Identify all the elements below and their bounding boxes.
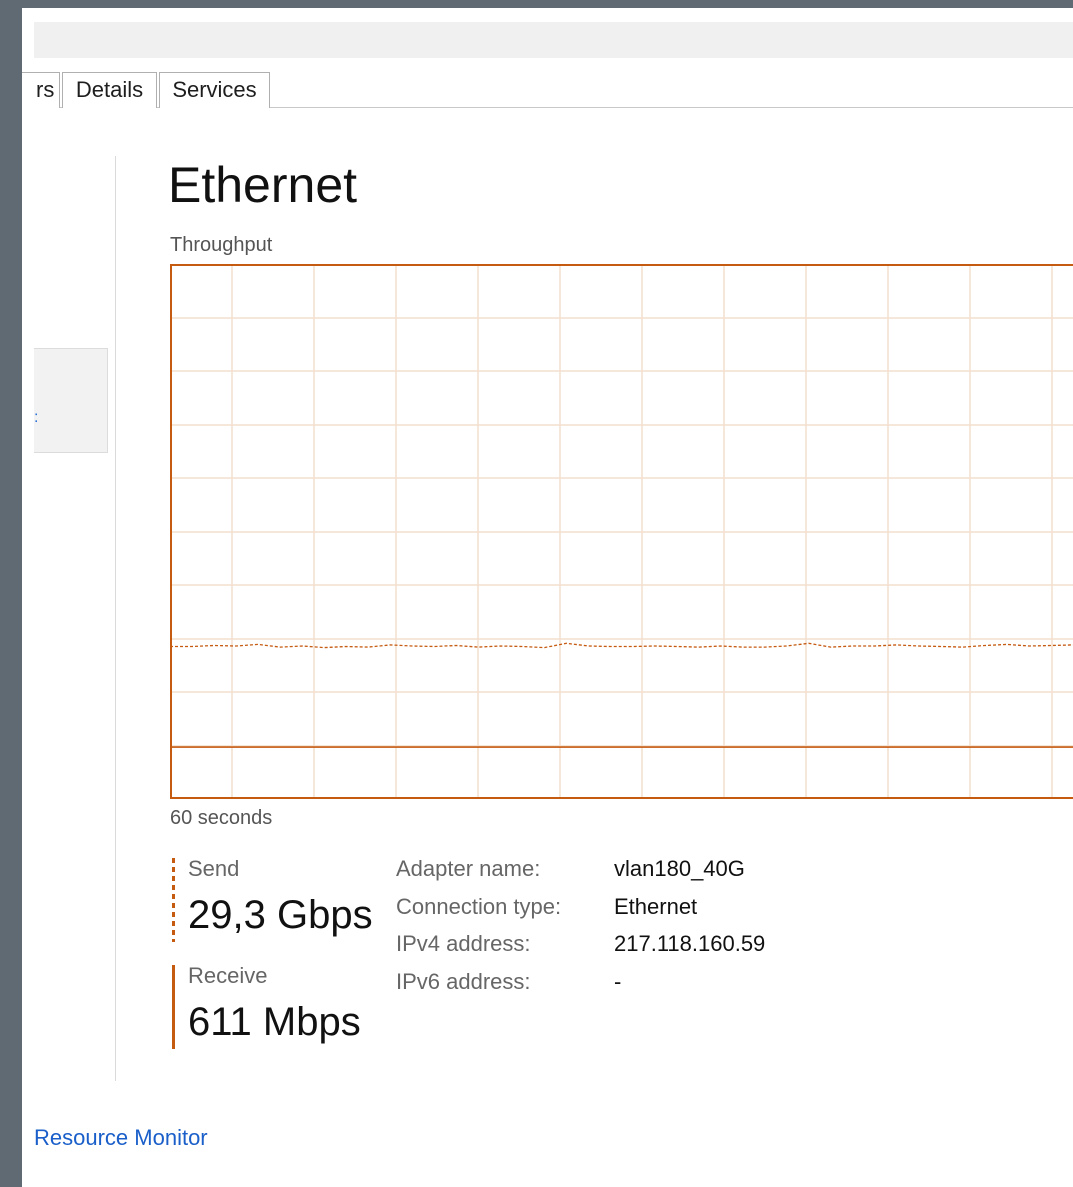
property-row-ipv4: IPv4 address: 217.118.160.59 bbox=[396, 931, 816, 961]
property-row-connection-type: Connection type: Ethernet bbox=[396, 894, 816, 924]
receive-metric[interactable]: Receive 611 Mbps bbox=[172, 963, 392, 1055]
graph-time-label: 60 seconds bbox=[170, 807, 273, 829]
property-value: - bbox=[614, 969, 622, 994]
send-value: 29,3 Gbps bbox=[188, 893, 373, 937]
resource-monitor-link[interactable]: Resource Monitor bbox=[34, 1125, 208, 1151]
property-value: vlan180_40G bbox=[614, 856, 745, 881]
tab-users[interactable]: rs bbox=[22, 72, 60, 108]
page-title: Ethernet bbox=[168, 157, 358, 213]
property-key: IPv4 address: bbox=[396, 931, 531, 956]
property-row-adapter-name: Adapter name: vlan180_40G bbox=[396, 856, 816, 886]
send-label: Send bbox=[188, 856, 240, 881]
property-key: IPv6 address: bbox=[396, 969, 531, 994]
tab-strip: rs Details Services bbox=[22, 66, 1073, 108]
window-titlebar bbox=[34, 22, 1073, 58]
tab-details[interactable]: Details bbox=[62, 72, 157, 108]
throughput-graph bbox=[170, 264, 1073, 799]
sidebar-item-ethernet[interactable]: : bbox=[34, 348, 108, 453]
sidebar-item-fragment: : bbox=[34, 409, 39, 426]
property-key: Adapter name: bbox=[396, 856, 541, 881]
property-value: Ethernet bbox=[614, 894, 698, 919]
send-legend-marker bbox=[172, 858, 175, 942]
task-manager-window: rs Details Services : Ethernet Throughpu… bbox=[22, 8, 1073, 1187]
property-key: Connection type: bbox=[396, 894, 562, 919]
receive-label: Receive bbox=[188, 963, 268, 988]
property-row-ipv6: IPv6 address: - bbox=[396, 969, 816, 999]
tab-services[interactable]: Services bbox=[159, 72, 270, 108]
property-value: 217.118.160.59 bbox=[614, 931, 766, 956]
receive-value: 611 Mbps bbox=[188, 1000, 361, 1044]
sidebar-divider bbox=[115, 156, 116, 1081]
send-metric[interactable]: Send 29,3 Gbps bbox=[172, 856, 392, 948]
graph-label: Throughput bbox=[170, 234, 273, 256]
receive-legend-marker bbox=[172, 965, 175, 1049]
